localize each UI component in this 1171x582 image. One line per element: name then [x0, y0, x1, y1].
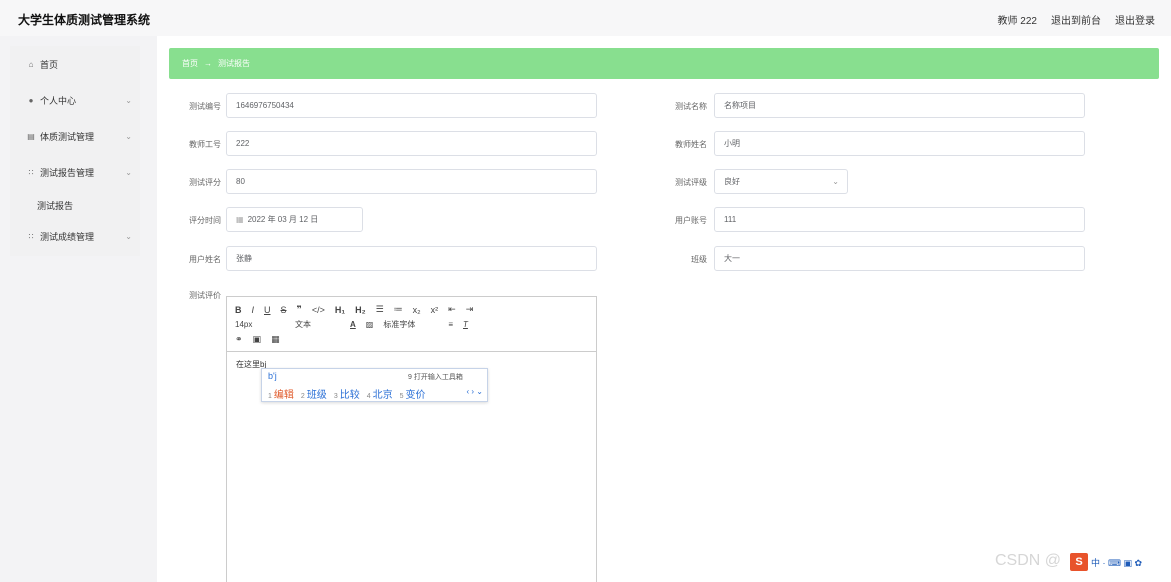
ime-candidate[interactable]: 1 编辑 [268, 386, 294, 401]
ime-candidate[interactable]: 3 比较 [334, 386, 360, 401]
ime-candidate[interactable]: 2 班级 [301, 386, 327, 401]
strike-button[interactable]: S [281, 305, 287, 315]
quote-button[interactable]: ❞ [297, 304, 302, 315]
ime-candidates: 1 编辑 2 班级 3 比较 4 北京 5 变价 [268, 386, 426, 401]
username-input[interactable]: 张静 [226, 246, 597, 271]
sidebar-item-home[interactable]: ⌂ 首页 [10, 54, 140, 74]
clear-format-icon[interactable]: T [463, 320, 468, 329]
ime-logo-icon: S [1070, 553, 1088, 571]
ime-candidate-window: b'j 9 打开输入工具箱 1 编辑 2 班级 3 比较 4 北京 5 变价 ‹ › ⌄ [261, 368, 488, 402]
video-icon[interactable]: ▦ [271, 334, 280, 345]
font-family-select[interactable]: 标准字体 [383, 319, 438, 330]
top-bar: 大学生体质测试管理系统 教师 222 退出到前台 退出登录 [0, 0, 1171, 36]
h2-button[interactable]: H₂ [355, 305, 366, 315]
ime-candidate[interactable]: 5 变价 [400, 386, 426, 401]
ime-toolbox-hint[interactable]: 9 打开输入工具箱 [408, 372, 463, 382]
grid-icon: ∷ [28, 167, 34, 177]
time-label: 评分时间 [189, 216, 221, 225]
breadcrumb-home[interactable]: 首页 [182, 58, 198, 69]
rich-text-editor: B I U S ❞ </> H₁ H₂ ☰ ≔ x₂ x² ⇤ ⇥ 14px 文… [226, 296, 597, 582]
bold-button[interactable]: B [235, 305, 242, 315]
grade-value: 良好 [724, 177, 740, 186]
sidebar-item-label: 个人中心 [40, 95, 77, 106]
sidebar-item-label: 体质测试管理 [40, 131, 95, 142]
font-size-select[interactable]: 14px [235, 320, 285, 329]
breadcrumb-current: 测试报告 [218, 59, 250, 68]
ordered-list-icon[interactable]: ☰ [376, 304, 384, 315]
current-user: 教师 222 [997, 16, 1037, 27]
underline-button[interactable]: U [264, 305, 271, 315]
indent-icon[interactable]: ⇥ [466, 304, 474, 315]
ime-page-nav[interactable]: ‹ › ⌄ [467, 387, 483, 396]
class-label: 班级 [691, 255, 707, 264]
top-right-actions: 教师 222 退出到前台 退出登录 [998, 12, 1155, 27]
teacher-id-label: 教师工号 [189, 140, 221, 149]
username-label: 用户姓名 [189, 255, 221, 264]
ime-tray-icons: 中 · ⌨ ▣ ✿ [1091, 557, 1143, 568]
home-icon: ⌂ [28, 59, 34, 69]
image-icon[interactable]: ▣ [253, 334, 262, 345]
review-label: 测试评价 [189, 291, 221, 300]
chevron-down-icon: ⌄ [125, 95, 132, 105]
account-label: 用户账号 [675, 216, 707, 225]
ime-tray[interactable]: S 中 · ⌨ ▣ ✿ [1070, 553, 1142, 571]
chevron-down-icon: ⌄ [125, 231, 132, 241]
date-picker[interactable]: ▦ 2022 年 03 月 12 日 [226, 207, 363, 232]
test-no-input[interactable]: 1646976750434 [226, 93, 597, 118]
main-content: 首页 → 测试报告 测试编号 1646976750434 教师工号 222 测试… [157, 36, 1171, 582]
h1-button[interactable]: H₁ [335, 305, 345, 315]
subscript-button[interactable]: x₂ [413, 305, 421, 315]
sidebar-item-report-mgmt[interactable]: ∷ 测试报告管理 ⌄ [10, 162, 140, 182]
background-color-icon[interactable]: ▨ [366, 320, 374, 329]
class-input[interactable]: 大一 [714, 246, 1085, 271]
sidebar-item-physical-test[interactable]: ▤ 体质测试管理 ⌄ [10, 126, 140, 146]
sidebar: ⌂ 首页 ● 个人中心 ⌄ ▤ 体质测试管理 ⌄ ∷ 测试报告管理 ⌄ 测试报告… [10, 46, 140, 256]
editor-toolbar: B I U S ❞ </> H₁ H₂ ☰ ≔ x₂ x² ⇤ ⇥ 14px 文… [227, 297, 596, 352]
sidebar-item-label: 首页 [40, 59, 59, 70]
test-name-input[interactable]: 名称项目 [714, 93, 1085, 118]
test-name-label: 测试名称 [675, 102, 707, 111]
block-type-select[interactable]: 文本 [295, 319, 340, 330]
breadcrumb: 首页 → 测试报告 [169, 48, 1159, 79]
bullet-list-icon[interactable]: ≔ [394, 304, 403, 315]
superscript-button[interactable]: x² [431, 305, 439, 315]
font-color-icon[interactable]: A [350, 320, 356, 329]
code-button[interactable]: </> [312, 305, 325, 315]
link-icon[interactable]: ⚭ [235, 334, 243, 345]
teacher-id-input[interactable]: 222 [226, 131, 597, 156]
test-no-label: 测试编号 [189, 102, 221, 111]
grid-icon: ∷ [28, 231, 34, 241]
chevron-down-icon: ⌄ [125, 167, 132, 177]
sidebar-item-score-mgmt[interactable]: ∷ 测试成绩管理 ⌄ [10, 226, 140, 246]
ime-candidate[interactable]: 4 北京 [367, 386, 393, 401]
chevron-down-icon: ⌄ [125, 131, 132, 141]
sidebar-item-profile[interactable]: ● 个人中心 ⌄ [10, 90, 140, 110]
app-title: 大学生体质测试管理系统 [18, 13, 151, 27]
doc-icon: ▤ [27, 131, 35, 141]
align-icon[interactable]: ≡ [448, 320, 453, 329]
back-to-front-link[interactable]: 退出到前台 [1051, 12, 1101, 27]
grade-select[interactable]: 良好 ⌄ [714, 169, 848, 194]
sidebar-subitem-report[interactable]: 测试报告 [37, 199, 73, 212]
teacher-name-input[interactable]: 小明 [714, 131, 1085, 156]
chevron-down-icon: ⌄ [832, 177, 839, 186]
arrow-right-icon: → [204, 59, 212, 68]
score-label: 测试评分 [189, 178, 221, 187]
user-icon: ● [28, 95, 34, 105]
outdent-icon[interactable]: ⇤ [448, 304, 456, 315]
watermark: CSDN @ [995, 552, 1062, 569]
teacher-name-label: 教师姓名 [675, 140, 707, 149]
calendar-icon: ▦ [236, 215, 244, 224]
italic-button[interactable]: I [252, 305, 255, 315]
ime-composition: b'j [268, 371, 277, 381]
date-value: 2022 年 03 月 12 日 [247, 215, 319, 224]
score-input[interactable]: 80 [226, 169, 597, 194]
sidebar-item-label: 测试成绩管理 [40, 231, 95, 242]
grade-label: 测试评级 [675, 178, 707, 187]
sidebar-item-label: 测试报告管理 [40, 167, 95, 178]
account-input[interactable]: 111 [714, 207, 1085, 232]
logout-link[interactable]: 退出登录 [1115, 12, 1155, 27]
